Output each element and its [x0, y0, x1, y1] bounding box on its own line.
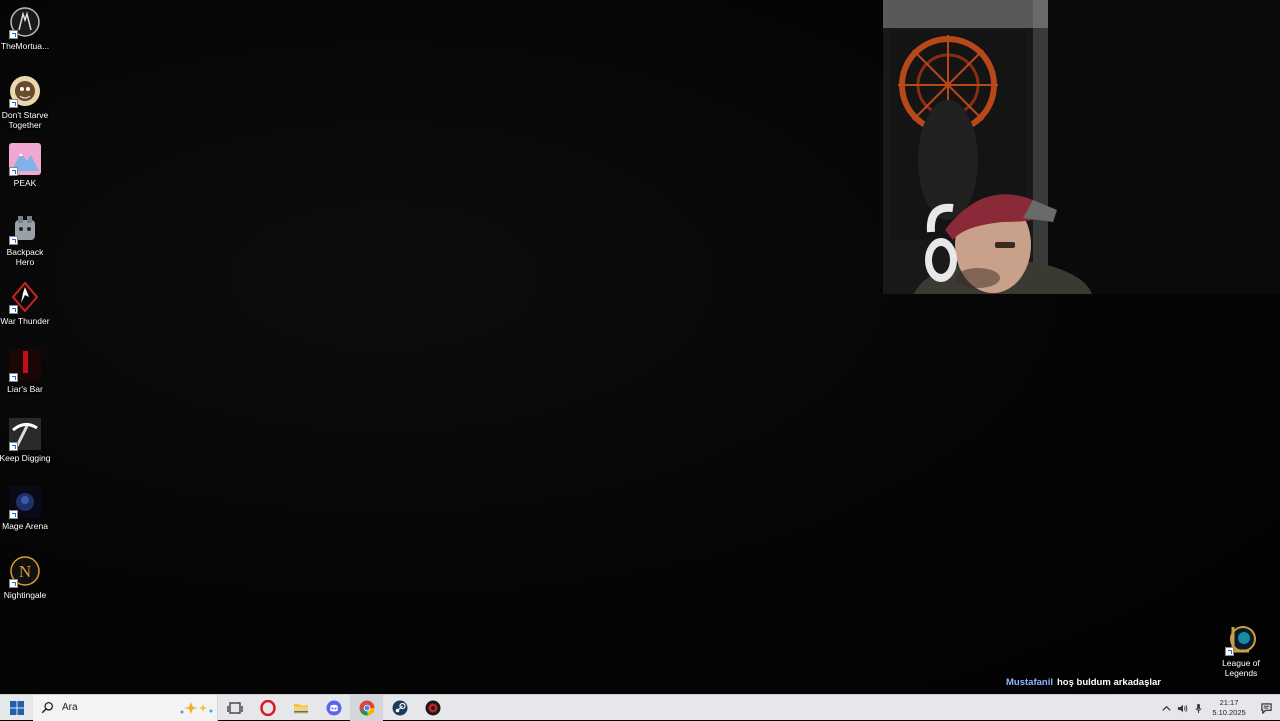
desktop-icon-label: War Thunder — [0, 316, 50, 326]
chat-overlay-message: Mustafanil hoş buldum arkadaşlar — [1006, 677, 1161, 688]
desktop-icon-label: PEAK — [13, 178, 37, 188]
notifications-button[interactable] — [1252, 695, 1280, 721]
search-icon — [41, 701, 54, 714]
microphone-icon — [1194, 703, 1202, 713]
taskbar-app-steam[interactable] — [383, 695, 416, 721]
keep-digging-icon — [9, 418, 41, 451]
task-view-icon — [226, 701, 243, 714]
desktop: TheMortua... Don't Starve Together PEAK … — [0, 0, 1280, 694]
opera-icon — [259, 699, 276, 716]
desktop-icon-label: Liar's Bar — [7, 384, 43, 394]
desktop-icon-mage-arena[interactable]: Mage Arena — [0, 486, 50, 531]
desktop-icon-dont-starve-together[interactable]: Don't Starve Together — [0, 75, 50, 130]
liars-bar-icon — [9, 349, 41, 382]
search-placeholder: Ara — [62, 702, 78, 713]
webcam-image — [883, 0, 1280, 294]
app-icon — [425, 700, 440, 715]
mage-arena-icon — [9, 486, 41, 519]
league-of-legends-icon — [1225, 623, 1257, 656]
desktop-icon-the-mortuary-assistant[interactable]: TheMortua... — [0, 6, 50, 51]
desktop-icon-nightingale[interactable]: N Nightingale — [0, 555, 50, 600]
desktop-icon-league-of-legends[interactable]: League of Legends — [1216, 623, 1266, 678]
speaker-icon — [1177, 704, 1187, 712]
notification-icon — [1260, 702, 1272, 714]
file-explorer-icon — [293, 703, 308, 714]
taskbar-app-chrome[interactable] — [350, 694, 383, 721]
nightingale-icon: N — [9, 555, 41, 588]
mortuary-assistant-icon — [9, 6, 41, 39]
steam-icon — [392, 700, 407, 715]
webcam-overlay — [883, 0, 1280, 294]
show-hidden-icons-button[interactable] — [1158, 695, 1174, 721]
start-button[interactable] — [0, 695, 33, 721]
taskbar-app-discord[interactable] — [317, 695, 350, 721]
desktop-icon-peak[interactable]: PEAK — [0, 143, 50, 188]
desktop-icon-label: League of Legends — [1222, 658, 1260, 678]
desktop-icon-label: Mage Arena — [2, 521, 48, 531]
chat-message: hoş buldum arkadaşlar — [1056, 677, 1161, 688]
dont-starve-together-icon — [9, 75, 41, 108]
taskbar-app-other[interactable] — [416, 695, 449, 721]
system-tray: 21:17 5.10.2025 — [1158, 695, 1280, 721]
chevron-up-icon — [1161, 705, 1171, 711]
svg-text:N: N — [19, 562, 31, 581]
taskbar-app-file-explorer[interactable] — [284, 695, 317, 721]
taskbar-app-opera[interactable] — [251, 695, 284, 721]
microphone-button[interactable] — [1190, 695, 1206, 721]
copilot-highlight-icon[interactable] — [177, 700, 217, 716]
peak-icon — [9, 143, 41, 176]
desktop-icon-liars-bar[interactable]: Liar's Bar — [0, 349, 50, 394]
task-view-button[interactable] — [218, 695, 251, 721]
desktop-icon-label: Backpack Hero — [6, 247, 44, 267]
search-box[interactable]: Ara — [33, 694, 218, 721]
chrome-icon — [359, 700, 375, 716]
desktop-icon-label: Nightingale — [3, 590, 47, 600]
war-thunder-icon — [9, 281, 41, 314]
windows-logo-icon — [9, 700, 24, 715]
desktop-icon-label: TheMortua... — [0, 41, 50, 51]
backpack-hero-icon — [9, 212, 41, 245]
desktop-icon-war-thunder[interactable]: War Thunder — [0, 281, 50, 326]
volume-button[interactable] — [1174, 695, 1190, 721]
taskbar-clock[interactable]: 21:17 5.10.2025 — [1206, 698, 1252, 718]
taskbar: Ara 21:17 5.10.2025 — [0, 694, 1280, 721]
clock-time: 21:17 — [1219, 698, 1239, 707]
desktop-icon-backpack-hero[interactable]: Backpack Hero — [0, 212, 50, 267]
chat-username: Mustafanil — [1006, 677, 1053, 688]
discord-icon — [326, 700, 341, 715]
desktop-icon-label: Don't Starve Together — [1, 110, 49, 130]
desktop-icon-keep-digging[interactable]: Keep Digging — [0, 418, 51, 463]
desktop-icon-label: Keep Digging — [0, 453, 51, 463]
clock-date: 5.10.2025 — [1212, 708, 1246, 717]
